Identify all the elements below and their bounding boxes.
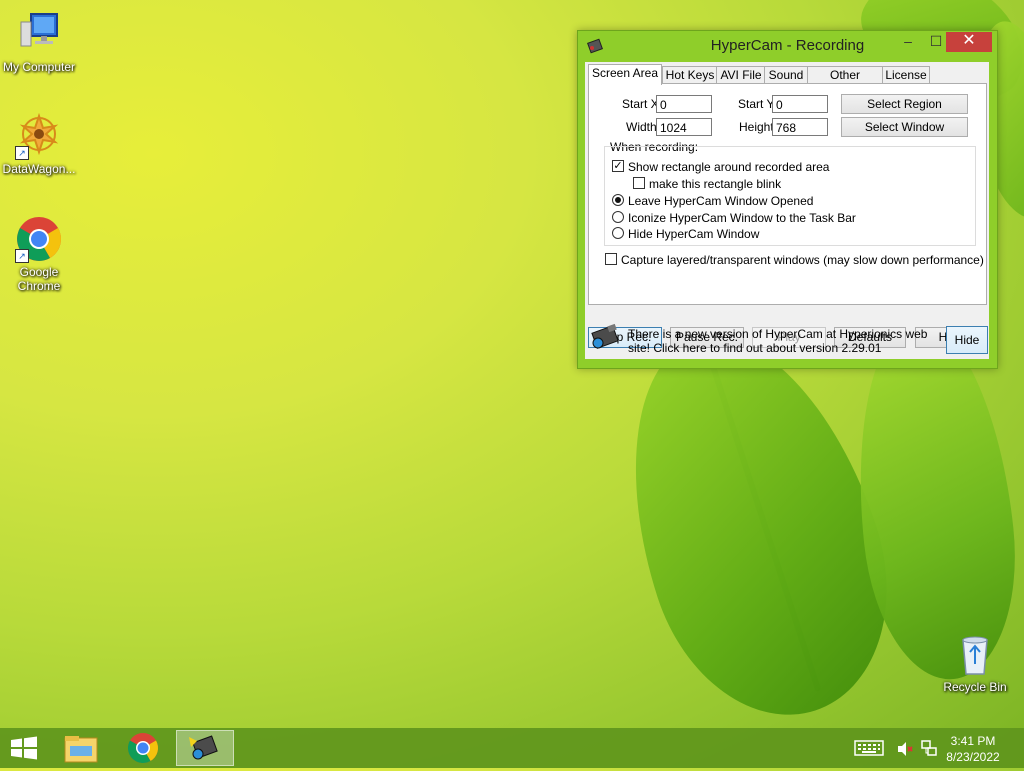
taskbar-chrome[interactable] <box>114 730 172 766</box>
shortcut-arrow-icon: ↗ <box>15 146 29 160</box>
desktop-icon-my-computer[interactable]: My Computer <box>0 10 78 74</box>
height-input[interactable]: 768 <box>772 118 828 136</box>
leave-window-opened-label: Leave HyperCam Window Opened <box>628 194 814 208</box>
start-x-label: Start X <box>622 97 659 111</box>
blink-rectangle-checkbox[interactable] <box>633 177 645 189</box>
chrome-icon <box>127 733 159 764</box>
chrome-icon: ↗ <box>15 215 63 263</box>
tab-hot-keys[interactable]: Hot Keys <box>662 66 718 84</box>
keyboard-icon[interactable] <box>854 739 884 757</box>
window-client-area: Screen Area Hot Keys AVI File Sound Othe… <box>585 62 989 359</box>
show-rectangle-checkbox[interactable]: ✓ <box>612 160 624 172</box>
tab-avi-file[interactable]: AVI File <box>716 66 766 84</box>
width-label: Width <box>626 120 657 134</box>
recycle-bin-icon <box>951 630 999 678</box>
desktop-icon-label: Recycle Bin <box>943 680 1007 694</box>
hide-window-label: Hide HyperCam Window <box>628 227 760 241</box>
iconize-window-radio[interactable] <box>612 211 624 223</box>
datawagon-icon: ↗ <box>15 112 63 160</box>
computer-icon <box>15 10 63 58</box>
desktop-icon-google-chrome[interactable]: ↗ Google Chrome <box>0 215 78 293</box>
taskbar: 3:41 PM 8/23/2022 <box>0 728 1024 768</box>
hypercam-window: HyperCam - Recording – ☐ ✕ Screen Area H… <box>577 30 998 369</box>
capture-layered-checkbox[interactable] <box>605 253 617 265</box>
title-bar[interactable]: HyperCam - Recording – ☐ ✕ <box>578 31 997 61</box>
hide-window-radio[interactable] <box>612 227 624 239</box>
start-y-label: Start Y <box>738 97 775 111</box>
start-x-input[interactable]: 0 <box>656 95 712 113</box>
clock-date: 8/23/2022 <box>946 750 1000 764</box>
select-region-button[interactable]: Select Region <box>841 94 968 114</box>
desktop-icon-label: DataWagon... <box>2 162 76 176</box>
tab-license[interactable]: License <box>882 66 930 84</box>
windows-logo-icon <box>11 736 37 760</box>
height-label: Height <box>739 120 774 134</box>
minimize-button[interactable]: – <box>896 32 920 52</box>
start-y-input[interactable]: 0 <box>772 95 828 113</box>
folder-icon <box>64 736 98 763</box>
select-window-button[interactable]: Select Window <box>841 117 968 137</box>
blink-rectangle-label: make this rectangle blink <box>649 177 782 191</box>
desktop-icon-recycle-bin[interactable]: Recycle Bin <box>936 630 1014 694</box>
maximize-button[interactable]: ☐ <box>924 32 948 52</box>
close-button[interactable]: ✕ <box>946 32 992 52</box>
taskbar-file-explorer[interactable] <box>52 730 110 766</box>
iconize-window-label: Iconize HyperCam Window to the Task Bar <box>628 211 856 225</box>
hide-notice-button[interactable]: Hide <box>946 326 988 354</box>
hypercam-icon <box>189 735 218 760</box>
tab-sound[interactable]: Sound <box>764 66 808 84</box>
taskbar-clock[interactable]: 3:41 PM 8/23/2022 <box>938 733 1008 765</box>
tab-other-options[interactable]: Other Options <box>807 66 883 98</box>
volume-muted-icon[interactable] <box>896 740 914 758</box>
desktop-icon-label: Google Chrome <box>17 265 61 293</box>
capture-layered-label: Capture layered/transparent windows (may… <box>621 253 984 267</box>
update-notice-link[interactable]: There is a new version of HyperCam at Hy… <box>628 327 946 355</box>
hypercam-camera-icon <box>588 321 622 355</box>
show-rectangle-label: Show rectangle around recorded area <box>628 160 830 174</box>
start-button[interactable] <box>0 730 48 766</box>
width-input[interactable]: 1024 <box>656 118 712 136</box>
leave-window-opened-radio[interactable] <box>612 194 624 206</box>
tab-screen-area[interactable]: Screen Area <box>588 64 662 85</box>
desktop-icon-datawagon[interactable]: ↗ DataWagon... <box>0 112 78 176</box>
desktop-icon-label: My Computer <box>2 60 76 74</box>
clock-time: 3:41 PM <box>950 734 996 748</box>
shortcut-arrow-icon: ↗ <box>15 249 29 263</box>
taskbar-hypercam[interactable] <box>176 730 234 766</box>
screen-area-panel: Start X 0 Start Y 0 Select Region Width … <box>588 83 987 305</box>
network-icon[interactable] <box>920 739 938 757</box>
